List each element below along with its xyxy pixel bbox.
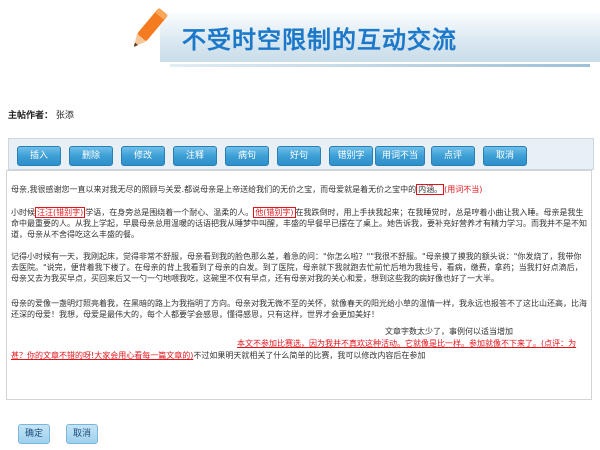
paragraph-1-text: 母亲,我很感谢您一直以来对我无尽的照顾与关爱.都说母亲是上帝送给我们的无价之宝，… <box>11 185 417 194</box>
good-sentence-button[interactable]: 好句 <box>277 146 321 166</box>
comment-note-3: 甚？你的文章不错的呀!大家会用心看每一篇文章的)不过如果明天就相关了什么简单的比… <box>11 350 589 361</box>
modify-button[interactable]: 修改 <box>121 146 165 166</box>
confirm-button[interactable]: 确定 <box>18 424 50 444</box>
delete-button[interactable]: 删除 <box>69 146 113 166</box>
insert-button[interactable]: 插入 <box>17 146 61 166</box>
paragraph-2-text-c: 学语，在身旁总是围绕着一个耐心、温柔的人。 <box>85 208 254 217</box>
annotate-button[interactable]: 注释 <box>173 146 217 166</box>
paragraph-2: 小时候 汪汪(错别字) 学语，在身旁总是围绕着一个耐心、温柔的人。 他(错别字) 在我跌… <box>11 207 589 240</box>
comment-button[interactable]: 点评 <box>431 146 475 166</box>
footer-cancel-button[interactable]: 取消 <box>66 424 98 444</box>
paragraph-4: 母亲的爱像一盏明灯照亮着我，在黑暗的路上为我指明了方向。母亲对我无微不至的关怀，… <box>11 299 587 319</box>
page-title: 不受时空限制的互动交流 <box>182 26 457 54</box>
typo-button[interactable]: 错别字 <box>329 146 373 166</box>
author-label: 主帖作者： <box>8 111 54 121</box>
annotation-improper-word: (用词不当) <box>444 185 483 194</box>
paragraph-2-text-a: 小时候 <box>11 208 35 217</box>
annotation-typo-1: 汪汪(错别字) <box>35 207 86 218</box>
pencil-icon <box>133 8 168 47</box>
title-divider <box>170 64 590 67</box>
comment-note-1: 文章字数太少了，事例何以适当增加 <box>385 327 513 336</box>
paragraph-3: 记得小时候有一天，我刚起床，觉得非常不舒服，母亲看到我的脸色那么差，着急的问："… <box>11 252 583 283</box>
essay-editor[interactable]: 母亲,我很感谢您一直以来对我无尽的照顾与关爱.都说母亲是上帝送给我们的无价之宝，… <box>6 170 592 400</box>
editing-toolbar: 插入 删除 修改 注释 病句 好句 错别字 用词不当 点评 取消 <box>8 138 594 170</box>
paragraph-1: 母亲,我很感谢您一直以来对我无尽的照顾与关爱.都说母亲是上帝送给我们的无价之宝，… <box>11 184 589 195</box>
author-line: 主帖作者： 张添 <box>8 108 74 121</box>
annotation-typo-2: 他(错别字) <box>253 207 296 218</box>
comment-note-3a: 甚？你的文章不错的呀!大家会用心看每一篇文章的) <box>11 351 194 360</box>
author-name: 张添 <box>55 111 74 121</box>
comment-note-2: 本文不参加比赛选，因为我并不真欢这种活动。它就像是比一样。参加就像不下来了。(点… <box>237 339 577 348</box>
improper-word-button[interactable]: 用词不当 <box>375 146 425 166</box>
header-banner: 不受时空限制的互动交流 <box>0 0 600 80</box>
cancel-button[interactable]: 取消 <box>483 146 527 166</box>
comment-note-3b: 不过如果明天就相关了什么简单的比赛，我可以修改内容后在参加 <box>193 351 426 360</box>
boxed-word: 内涵。 <box>416 184 445 195</box>
faulty-sentence-button[interactable]: 病句 <box>225 146 269 166</box>
